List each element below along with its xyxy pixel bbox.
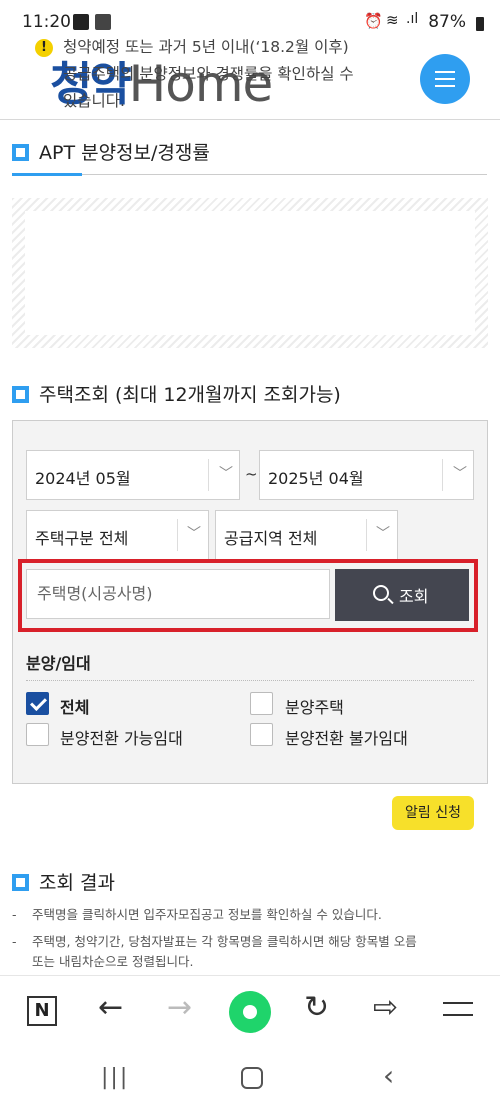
menu-button[interactable] [420,54,470,104]
type-label: 분양/임대 [26,654,91,673]
house-type-value: 주택구분 전체 [35,529,129,548]
browser-menu-icon-line [443,1014,473,1016]
dotted-divider [26,680,474,681]
result-note-2-text-cont: 또는 내림차순으로 정렬됩니다. [32,954,194,969]
notice-line-1: 청약예정 또는 과거 5년 이내(‘18.2월 이후) [63,38,349,56]
checkbox-conversion-impossible[interactable] [250,723,273,746]
home-icon[interactable] [241,1067,263,1089]
result-note-2: - 주택명, 청약기간, 당첨자발표는 각 항목명을 클릭하시면 해당 항목별 … [12,932,492,972]
region-select[interactable]: 공급지역 전체 ﹀ [215,510,398,560]
forward-arrow-icon[interactable]: → [167,990,192,1025]
battery-icon [476,17,484,31]
notice-line-3: 있습니다. [63,92,125,110]
select-divider [177,519,178,551]
notice-text: 청약예정 또는 과거 5년 이내(‘18.2월 이후) 공급주택의 분양정보와 … [63,34,403,115]
alert-subscribe-button[interactable]: 알림 신청 [392,796,474,830]
checkbox-conversion-impossible-label: 분양전환 불가임대 [285,729,408,748]
end-month-select[interactable]: 2025년 04월 ﹀ [259,450,474,500]
chevron-down-icon: ﹀ [187,526,201,542]
bullet-dash: - [12,907,17,922]
hamburger-icon-line [435,78,455,80]
checkbox-all[interactable] [26,692,49,715]
range-tilde: ~ [245,465,258,483]
battery-percent: 87% [428,12,466,32]
result-note-1: - 주택명을 클릭하시면 입주자모집공고 정보를 확인하실 수 있습니다. [12,905,492,925]
back-arrow-icon[interactable]: ← [98,990,123,1025]
gallery-notification-icon [95,14,111,30]
checkbox-conversion-possible[interactable] [26,723,49,746]
square-bullet-icon [12,386,29,403]
notice-inner [25,211,475,335]
recent-apps-icon[interactable]: ||| [101,1065,129,1090]
search-title-text: 주택조회 (최대 12개월까지 조회가능) [39,384,341,406]
end-month-value: 2025년 04월 [268,469,364,488]
page-title-text: APT 분양정보/경쟁률 [39,142,210,164]
results-title: 조회 결과 [12,868,115,895]
square-bullet-icon [12,874,29,891]
chevron-down-icon: ﹀ [376,526,390,542]
checkbox-sale-house-label: 분양주택 [285,698,344,717]
green-dot-button[interactable] [229,991,271,1033]
back-icon[interactable]: ‹ [383,1059,394,1092]
house-type-select[interactable]: 주택구분 전체 ﹀ [26,510,209,560]
select-divider [442,459,443,491]
chevron-down-icon: ﹀ [453,466,467,482]
share-icon[interactable]: ⇨ [373,990,398,1025]
bullet-dash: - [12,934,17,949]
browser-menu-icon[interactable] [443,1002,473,1004]
checkbox-conversion-possible-label: 분양전환 가능임대 [60,729,183,748]
android-nav-bar: ||| ‹ [0,1047,500,1111]
search-section-title: 주택조회 (최대 12개월까지 조회가능) [12,380,341,407]
notice-box [12,198,488,348]
alarm-icon: ⏰ [364,12,383,30]
hamburger-icon [435,71,455,73]
notice-line-2: 공급주택의 분양정보와 경쟁률을 확인하실 수 [63,65,354,83]
signal-icon: .ıl [406,11,419,27]
page-title: APT 분양정보/경쟁률 [12,138,210,165]
start-month-value: 2024년 05월 [35,469,131,488]
highlight-box [18,559,478,632]
square-bullet-icon [12,144,29,161]
checkbox-all-label: 전체 [60,698,90,717]
status-time: 11:20 [22,12,71,32]
region-value: 공급지역 전체 [224,529,318,548]
chevron-down-icon: ﹀ [219,466,233,482]
result-note-1-text: 주택명을 클릭하시면 입주자모집공고 정보를 확인하실 수 있습니다. [32,907,382,922]
result-note-2-text: 주택명, 청약기간, 당첨자발표는 각 항목명을 클릭하시면 해당 항목별 오름 [32,934,417,949]
checkbox-sale-house[interactable] [250,692,273,715]
title-underline [12,173,82,176]
warning-icon: ! [35,39,53,57]
results-title-text: 조회 결과 [39,872,115,894]
wifi-icon: ≋ [386,11,399,29]
browser-toolbar: N ← → ↻ ⇨ [0,975,500,1047]
start-month-select[interactable]: 2024년 05월 ﹀ [26,450,240,500]
title-divider [82,174,487,175]
select-divider [208,459,209,491]
green-dot-icon [243,1005,257,1019]
select-divider [366,519,367,551]
naver-home-icon[interactable]: N [27,996,57,1026]
checkbox-notification-icon [73,14,89,30]
refresh-icon[interactable]: ↻ [304,990,329,1025]
hamburger-icon-line [435,85,455,87]
